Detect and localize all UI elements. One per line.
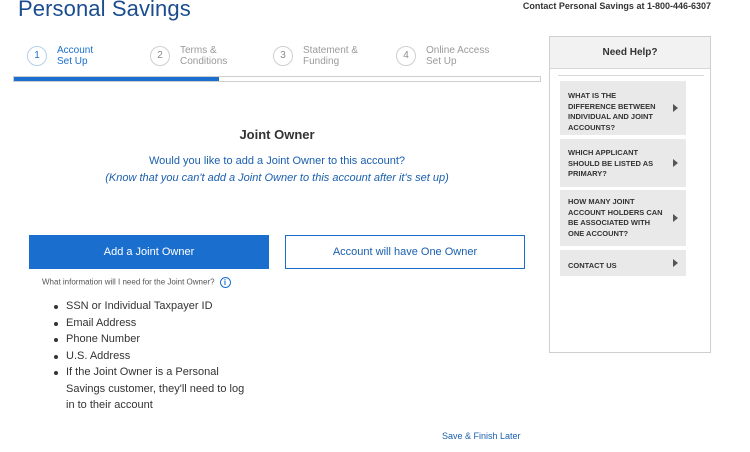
help-item-label: How many joint account holders can be as… (568, 197, 663, 238)
list-item: Email Address (52, 315, 252, 332)
step-label: Terms & Conditions (180, 45, 228, 67)
help-item-primary[interactable]: Which applicant should be listed as prim… (560, 139, 686, 187)
list-item: SSN or Individual Taxpayer ID (52, 298, 252, 315)
chevron-right-icon (673, 159, 678, 167)
help-item-how-many[interactable]: How many joint account holders can be as… (560, 190, 686, 246)
joint-owner-question: Would you like to add a Joint Owner to t… (149, 155, 405, 167)
list-item: U.S. Address (52, 348, 252, 365)
info-icon[interactable]: i (219, 277, 231, 288)
contact-phone: Contact Personal Savings at 1-800-446-63… (522, 1, 711, 11)
requirements-list: SSN or Individual Taxpayer ID Email Addr… (52, 298, 252, 414)
save-finish-later-link[interactable]: Save & Finish Later (442, 431, 521, 441)
progress-stepper: 1 Account Set Up 2 Terms & Conditions 3 … (13, 40, 541, 84)
help-item-label: What is the difference between individua… (568, 91, 656, 132)
help-item-label: Contact Us (568, 261, 617, 270)
progress-bar (13, 76, 541, 82)
help-item-difference[interactable]: What is the difference between individua… (560, 81, 686, 135)
page-title: Personal Savings (18, 0, 191, 21)
step-label: Statement & Funding (303, 45, 359, 67)
step-number: 3 (273, 46, 293, 66)
step-number: 1 (27, 46, 47, 66)
progress-bar-fill (14, 77, 220, 81)
list-item: Phone Number (52, 331, 252, 348)
section-title: Joint Owner (239, 127, 315, 142)
one-owner-button[interactable]: Account will have One Owner (285, 235, 525, 269)
step-number: 4 (396, 46, 416, 66)
info-question: What information will I need for the Joi… (42, 277, 231, 288)
info-question-text: What information will I need for the Joi… (42, 277, 215, 287)
list-item: If the Joint Owner is a Personal Savings… (52, 364, 252, 414)
chevron-right-icon (673, 104, 678, 112)
help-item-contact-us[interactable]: Contact Us (560, 250, 686, 276)
help-panel: Need Help? What is the difference betwee… (549, 36, 711, 353)
add-joint-owner-button[interactable]: Add a Joint Owner (29, 235, 269, 269)
chevron-right-icon (673, 214, 678, 222)
chevron-right-icon (673, 259, 678, 267)
step-label: Account Set Up (57, 45, 94, 67)
joint-owner-note: (Know that you can't add a Joint Owner t… (105, 172, 449, 184)
divider (558, 75, 704, 76)
step-number: 2 (150, 46, 170, 66)
help-item-label: Which applicant should be listed as prim… (568, 148, 654, 178)
step-label: Online Access Set Up (426, 45, 490, 67)
help-title: Need Help? (550, 37, 710, 69)
